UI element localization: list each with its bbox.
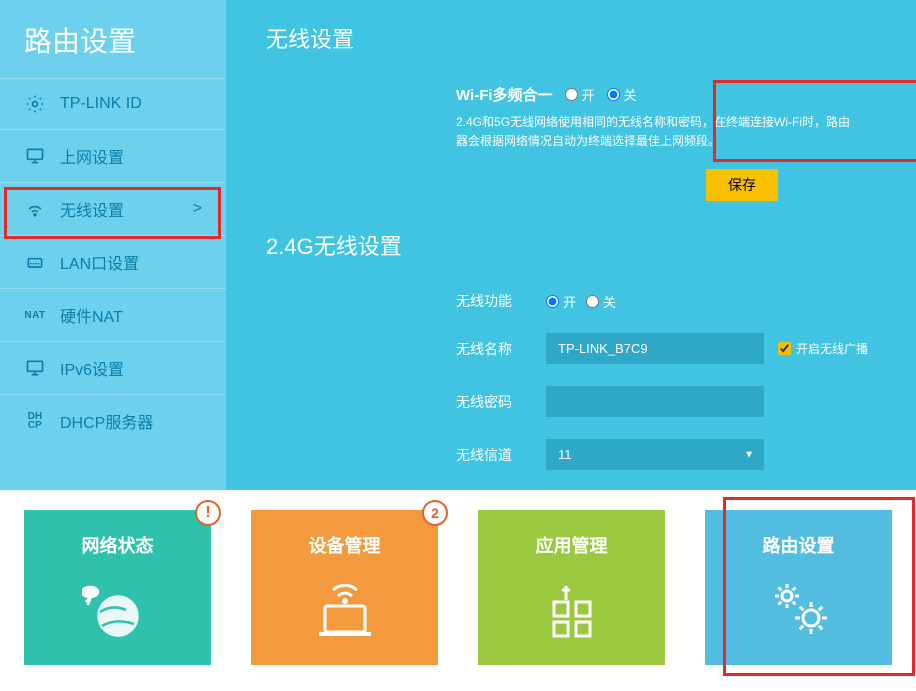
wireless-func-label: 无线功能 (456, 291, 546, 311)
nav-card-router-settings[interactable]: 路由设置 (705, 510, 892, 665)
nav-card-app-mgmt[interactable]: 应用管理 (478, 510, 665, 665)
sidebar-item-label: DHCP服务器 (60, 409, 153, 433)
section-title-24g: 2.4G无线设置 (266, 229, 906, 261)
gear-icon (24, 93, 46, 115)
sidebar-title: 路由设置 (0, 0, 226, 78)
section-title-wireless: 无线设置 (266, 22, 906, 54)
nav-card-title: 应用管理 (536, 532, 608, 558)
sidebar-item-tplink-id[interactable]: TP-LINK ID (0, 78, 226, 129)
nav-card-title: 路由设置 (763, 532, 835, 558)
func-radio-on[interactable]: 开 (546, 292, 576, 311)
laptop-wifi-icon (309, 572, 381, 644)
func-radio-off[interactable]: 关 (586, 292, 616, 311)
sidebar-item-wireless[interactable]: 无线设置 > (0, 182, 226, 235)
wifi-icon (24, 198, 46, 220)
dhcp-icon: DHCP (24, 410, 46, 432)
nav-card-title: 网络状态 (82, 532, 154, 558)
nat-icon: NAT (24, 304, 46, 326)
channel-label: 无线信道 (456, 445, 546, 465)
chevron-right-icon: > (193, 200, 202, 218)
password-input[interactable] (546, 386, 764, 417)
save-button[interactable]: 保存 (706, 169, 778, 201)
ssid-input[interactable] (546, 333, 764, 364)
merge-radio-on[interactable]: 开 (565, 85, 595, 104)
merge-radio-off[interactable]: 关 (607, 85, 637, 104)
broadcast-checkbox[interactable]: 开启无线广播 (778, 340, 868, 357)
wifi-merge-label: Wi-Fi多频合一 (456, 84, 553, 105)
merge-description: 2.4G和5G无线网络使用相同的无线名称和密码，在终端连接Wi-Fi时，路由器会… (456, 113, 851, 151)
count-badge: 2 (422, 500, 448, 526)
sidebar-item-internet[interactable]: 上网设置 (0, 129, 226, 182)
password-label: 无线密码 (456, 392, 546, 412)
monitor-icon (24, 357, 46, 379)
content-panel: 无线设置 Wi-Fi多频合一 开 关 2.4G和5G无线网络使用相同的无线名称和… (226, 0, 916, 490)
monitor-icon (24, 145, 46, 167)
ssid-label: 无线名称 (456, 339, 546, 359)
ethernet-icon (24, 251, 46, 273)
sidebar-item-label: TP-LINK ID (60, 95, 142, 113)
sidebar-item-label: 上网设置 (60, 144, 124, 168)
nav-card-title: 设备管理 (309, 532, 381, 558)
alert-badge: ! (195, 500, 221, 526)
channel-select[interactable]: 11 (546, 439, 764, 470)
nav-card-device-mgmt[interactable]: 设备管理 2 (251, 510, 438, 665)
sidebar-item-dhcp[interactable]: DHCP DHCP服务器 (0, 394, 226, 447)
bottom-nav: 网络状态 ! 设备管理 2 应用管理 (0, 490, 916, 691)
sidebar-item-ipv6[interactable]: IPv6设置 (0, 341, 226, 394)
nav-card-network-status[interactable]: 网络状态 ! (24, 510, 211, 665)
sidebar-item-label: IPv6设置 (60, 356, 124, 380)
sidebar-item-label: LAN口设置 (60, 250, 139, 274)
sidebar-item-lan[interactable]: LAN口设置 (0, 235, 226, 288)
globe-icon (82, 572, 154, 644)
sidebar-item-label: 硬件NAT (60, 303, 123, 327)
sidebar: 路由设置 TP-LINK ID 上网设置 无线设置 > LAN口设置 (0, 0, 226, 490)
sidebar-item-label: 无线设置 (60, 197, 124, 221)
apps-grid-icon (536, 572, 608, 644)
gears-icon (763, 572, 835, 644)
sidebar-item-nat[interactable]: NAT 硬件NAT (0, 288, 226, 341)
